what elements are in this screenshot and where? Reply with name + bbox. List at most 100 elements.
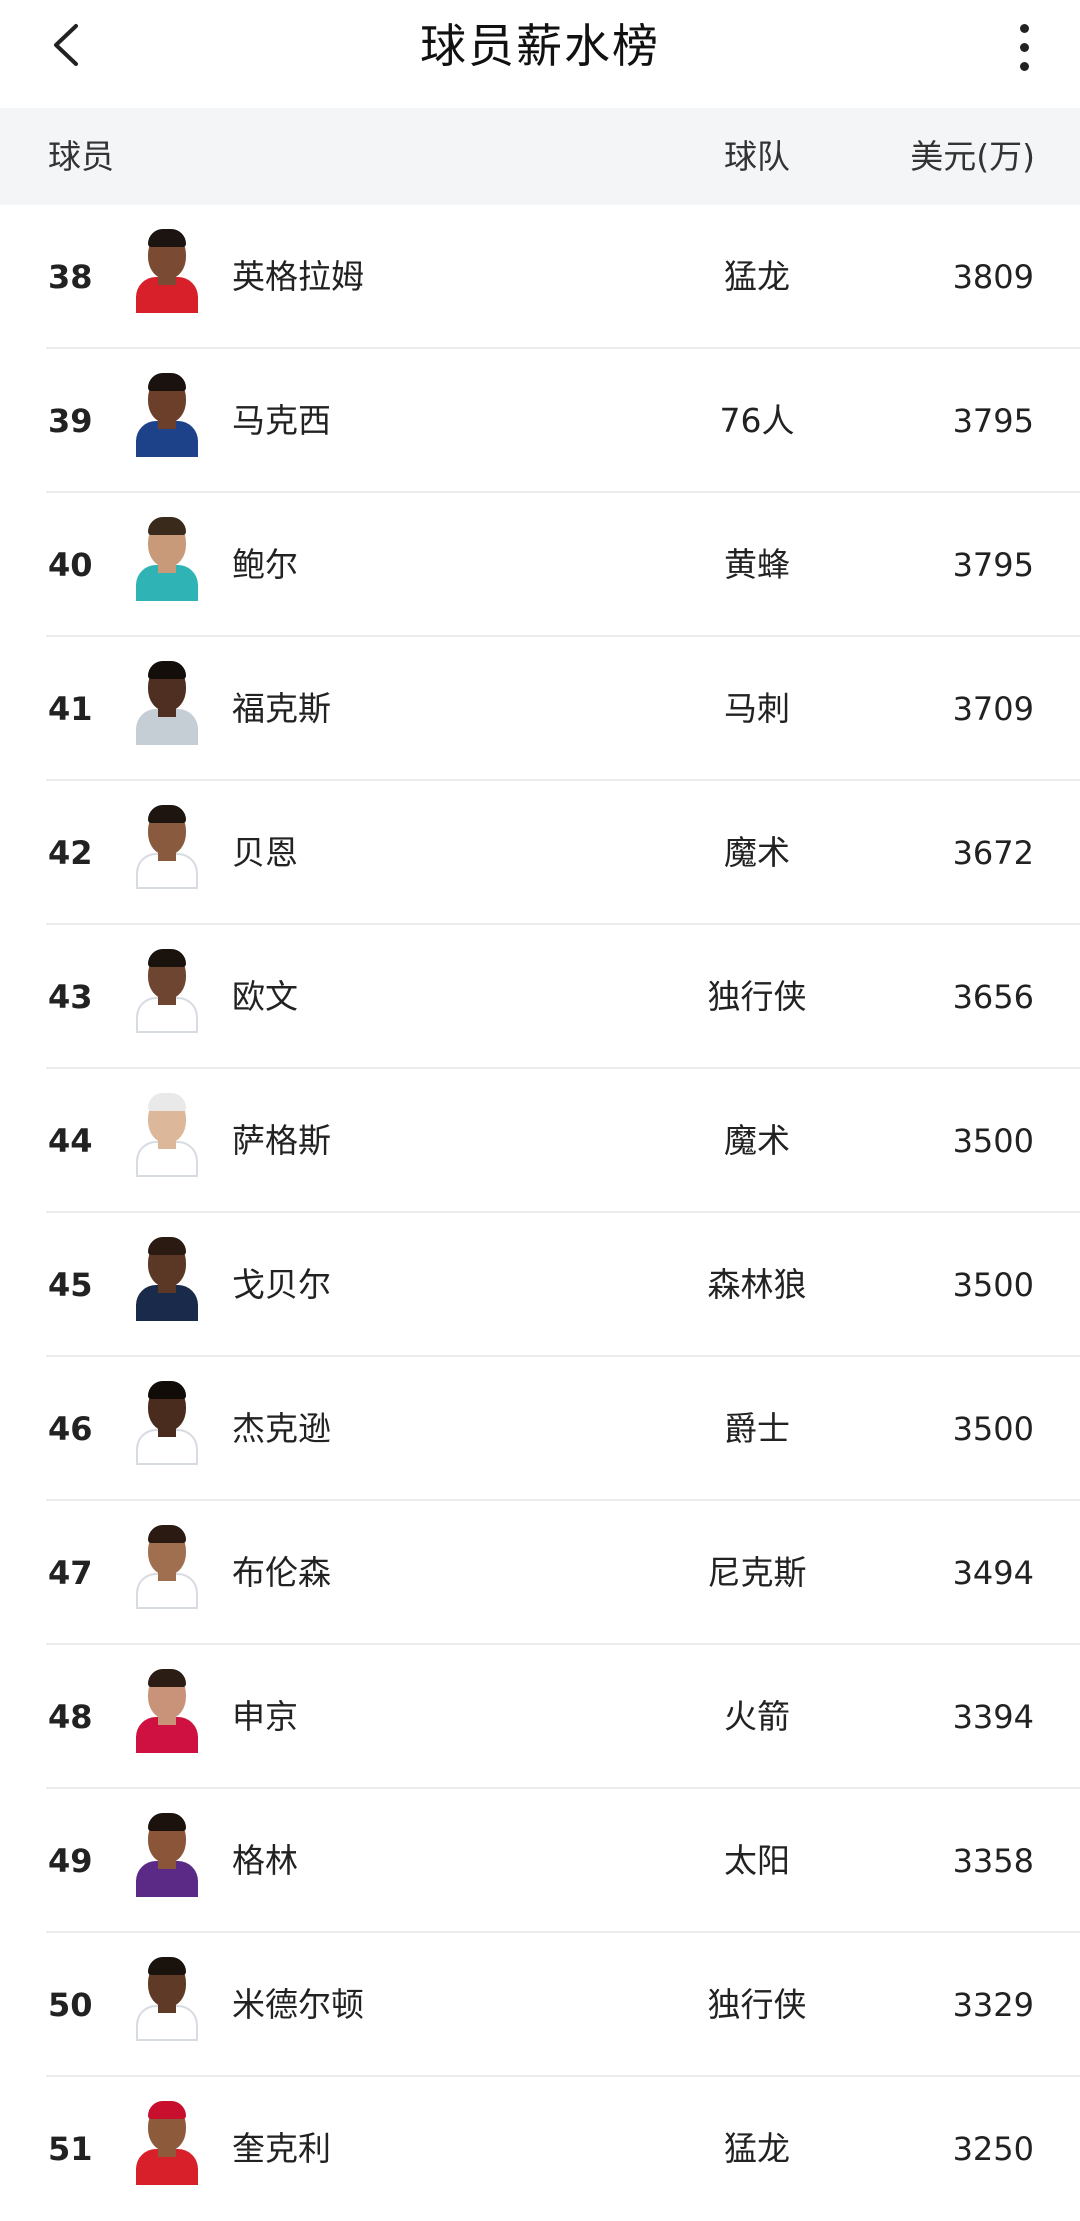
player-rank: 42 [48,834,93,872]
player-name[interactable]: 申京 [232,1645,298,1789]
avatar-hair [148,1381,186,1399]
player-salary: 3494 [952,1554,1034,1592]
avatar-hair [148,1093,186,1111]
player-rank: 51 [48,2130,93,2168]
salary-table: 38 英格拉姆 猛龙 3809 39 马克西 76人 3795 40 鲍尔 黄蜂 3795 41 福克斯马… [0,205,1080,2221]
player-rank: 49 [48,1842,93,1880]
player-team: 尼克斯 [707,1553,807,1592]
player-avatar[interactable] [136,1669,198,1753]
table-row[interactable]: 48 申京 火箭 3394 [0,1645,1080,1789]
table-row[interactable]: 40 鲍尔 黄蜂 3795 [0,493,1080,637]
top-bar: 球员薪水榜 [0,0,1080,108]
player-rank: 40 [48,546,93,584]
table-row[interactable]: 43 欧文 独行侠 3656 [0,925,1080,1069]
player-avatar[interactable] [136,517,198,601]
player-avatar[interactable] [136,805,198,889]
avatar-hair [148,661,186,679]
player-name[interactable]: 奎克利 [232,2077,331,2221]
player-salary: 3709 [952,690,1034,728]
table-row[interactable]: 38 英格拉姆 猛龙 3809 [0,205,1080,349]
table-row[interactable]: 45 戈贝尔 森林狼 3500 [0,1213,1080,1357]
player-salary: 3656 [952,978,1034,1016]
player-name[interactable]: 杰克逊 [232,1357,331,1501]
player-rank: 45 [48,1266,93,1304]
table-row[interactable]: 42 贝恩 魔术 3672 [0,781,1080,925]
player-avatar[interactable] [136,949,198,1033]
column-header-player: 球员 [48,137,114,176]
player-team: 太阳 [724,1841,790,1880]
more-vertical-icon-dot [1019,42,1029,52]
player-name[interactable]: 欧文 [232,925,298,1069]
player-name[interactable]: 萨格斯 [232,1069,331,1213]
avatar-hair [148,2101,186,2119]
player-salary: 3394 [952,1698,1034,1736]
avatar-hair [148,1237,186,1255]
player-team: 森林狼 [707,1265,807,1304]
player-team: 猛龙 [724,2129,790,2168]
player-name[interactable]: 格林 [232,1789,298,1933]
player-name[interactable]: 福克斯 [232,637,331,781]
player-salary: 3500 [952,1266,1034,1304]
table-row[interactable]: 51 奎克利 猛龙 3250 [0,2077,1080,2221]
player-team: 魔术 [724,1121,790,1160]
player-salary: 3500 [952,1122,1034,1160]
table-row[interactable]: 49 格林 太阳 3358 [0,1789,1080,1933]
player-name[interactable]: 米德尔顿 [232,1933,364,2077]
avatar-hair [148,1813,186,1831]
avatar-hair [148,1669,186,1687]
player-team: 黄蜂 [724,545,790,584]
player-name[interactable]: 马克西 [232,349,331,493]
avatar-hair [148,805,186,823]
player-rank: 38 [48,258,93,296]
player-avatar[interactable] [136,1381,198,1465]
player-rank: 39 [48,402,93,440]
more-button[interactable] [994,12,1054,82]
player-name[interactable]: 鲍尔 [232,493,298,637]
player-team: 猛龙 [724,257,790,296]
avatar-hair [148,949,186,967]
table-row[interactable]: 47 布伦森 尼克斯 3494 [0,1501,1080,1645]
table-header: 球员 球队 美元(万) [0,108,1080,205]
player-avatar[interactable] [136,661,198,745]
player-avatar[interactable] [136,1813,198,1897]
player-rank: 46 [48,1410,93,1448]
avatar-hair [148,373,186,391]
avatar-hair [148,1957,186,1975]
avatar-hair [148,229,186,247]
player-name[interactable]: 贝恩 [232,781,298,925]
player-team: 独行侠 [707,1985,807,2024]
player-avatar[interactable] [136,229,198,313]
player-rank: 44 [48,1122,93,1160]
player-salary: 3500 [952,1410,1034,1448]
player-avatar[interactable] [136,373,198,457]
player-salary: 3250 [952,2130,1034,2168]
table-row[interactable]: 41 福克斯 马刺 3709 [0,637,1080,781]
player-avatar[interactable] [136,1237,198,1321]
player-team: 独行侠 [707,977,807,1016]
column-header-salary: 美元(万) [910,137,1035,176]
player-team: 马刺 [724,689,790,728]
player-salary: 3795 [952,546,1034,584]
player-salary: 3809 [952,258,1034,296]
column-header-team: 球队 [724,137,790,176]
player-rank: 41 [48,690,93,728]
player-team: 爵士 [724,1409,790,1448]
table-row[interactable]: 46 杰克逊 爵士 3500 [0,1357,1080,1501]
player-avatar[interactable] [136,1957,198,2041]
player-name[interactable]: 英格拉姆 [232,205,364,349]
player-name[interactable]: 布伦森 [232,1501,331,1645]
player-rank: 48 [48,1698,93,1736]
player-team: 火箭 [724,1697,790,1736]
table-row[interactable]: 50 米德尔顿 独行侠 3329 [0,1933,1080,2077]
table-row[interactable]: 44 萨格斯 魔术 3500 [0,1069,1080,1213]
player-avatar[interactable] [136,1525,198,1609]
player-avatar[interactable] [136,1093,198,1177]
player-team: 76人 [719,401,795,440]
table-row[interactable]: 39 马克西 76人 3795 [0,349,1080,493]
player-avatar[interactable] [136,2101,198,2185]
player-salary: 3795 [952,402,1034,440]
player-name[interactable]: 戈贝尔 [232,1213,331,1357]
player-rank: 50 [48,1986,93,2024]
more-vertical-icon-dot [1019,61,1029,71]
avatar-hair [148,517,186,535]
